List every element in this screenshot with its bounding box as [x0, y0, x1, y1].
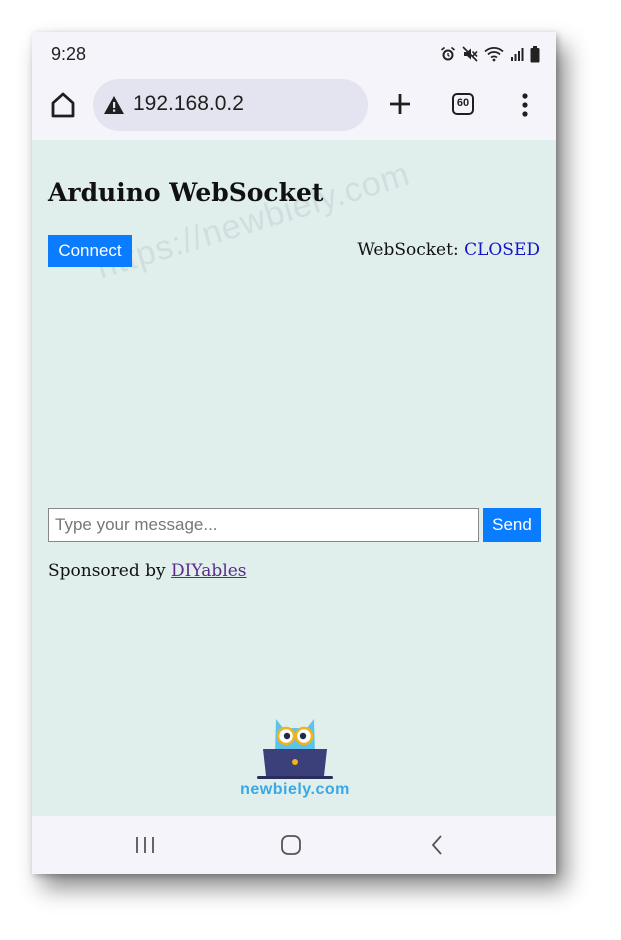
mute-icon	[462, 46, 478, 62]
connect-button[interactable]: Connect	[48, 235, 132, 267]
home-nav-icon[interactable]	[280, 834, 302, 856]
tabs-icon[interactable]: 60	[452, 93, 474, 115]
phone-screen: 9:28 192.168.0.2 60 https://newbiely.com…	[32, 32, 556, 874]
send-button[interactable]: Send	[483, 508, 541, 542]
navigation-bar	[32, 816, 556, 874]
sponsor-line: Sponsored by DIYables	[48, 561, 247, 581]
status-icons	[440, 44, 540, 64]
signal-icon	[510, 47, 524, 61]
battery-icon	[530, 45, 540, 63]
back-icon[interactable]	[429, 834, 445, 856]
menu-icon[interactable]	[518, 91, 532, 119]
sponsor-prefix: Sponsored by	[48, 561, 166, 581]
status-bar: 9:28	[32, 32, 556, 74]
logo-text: newbiely.com	[240, 781, 350, 798]
sponsor-link[interactable]: DIYables	[171, 561, 247, 581]
status-time: 9:28	[51, 44, 87, 64]
url-text[interactable]: 192.168.0.2	[133, 92, 244, 116]
recent-apps-icon[interactable]	[133, 835, 157, 855]
warning-icon[interactable]	[103, 95, 125, 115]
alarm-icon	[440, 46, 456, 62]
web-page: https://newbiely.com Arduino WebSocket C…	[32, 140, 556, 816]
home-icon[interactable]	[48, 90, 78, 120]
wifi-icon	[484, 46, 504, 62]
message-input[interactable]	[48, 508, 479, 542]
watermark: https://newbiely.com	[92, 154, 415, 287]
new-tab-icon[interactable]	[387, 91, 413, 117]
owl-laptop-icon	[257, 719, 333, 779]
newbiely-logo: newbiely.com	[235, 714, 355, 804]
page-title: Arduino WebSocket	[48, 178, 324, 207]
websocket-label: WebSocket:	[357, 240, 459, 260]
browser-toolbar: 192.168.0.2 60	[32, 74, 556, 140]
url-bar[interactable]: 192.168.0.2	[93, 79, 368, 131]
websocket-state: CLOSED	[464, 240, 540, 260]
websocket-status: WebSocket: CLOSED	[357, 240, 540, 260]
